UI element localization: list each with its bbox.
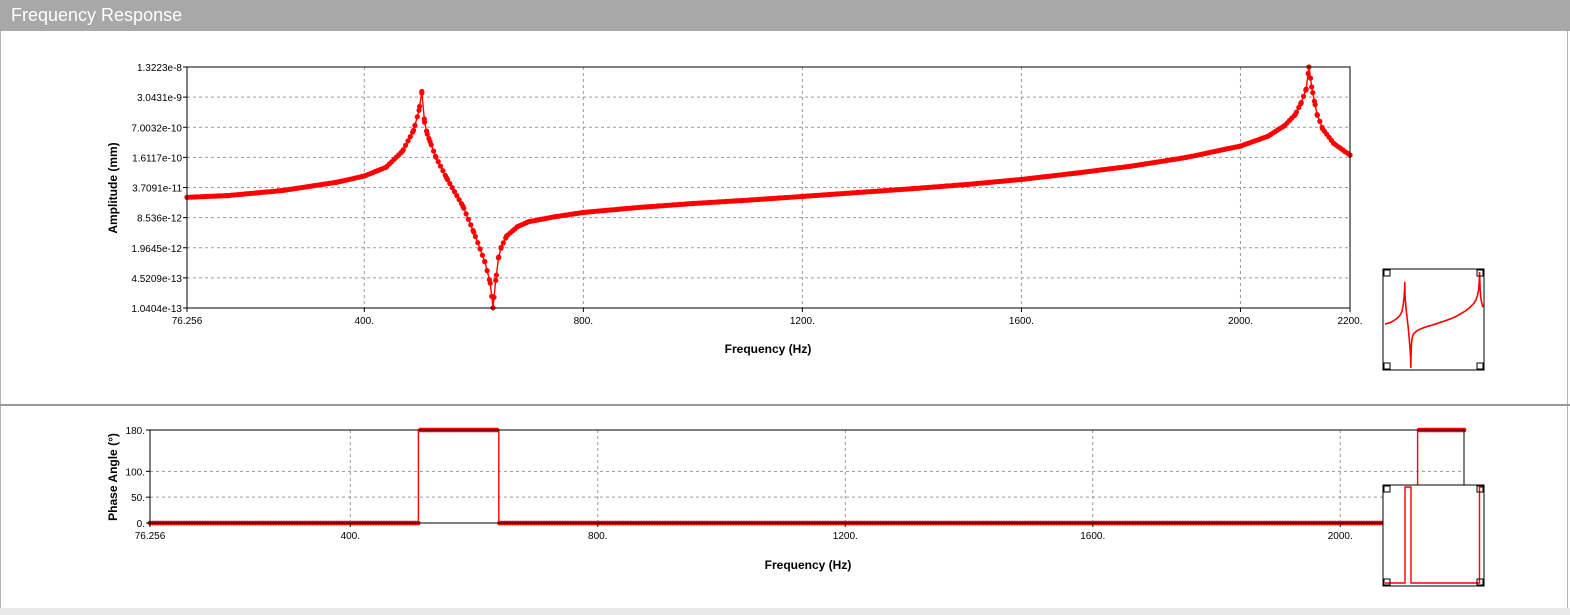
data-point <box>1307 75 1314 81</box>
y-tick-label: 1.3223e-8 <box>137 63 182 74</box>
y-tick-label: 8.536e-12 <box>137 214 182 225</box>
data-point <box>1312 102 1318 108</box>
phase-x-axis-label: Frequency (Hz) <box>765 558 852 572</box>
data-point <box>412 122 418 128</box>
phase-overview-frame[interactable] <box>1382 484 1485 587</box>
data-point <box>1314 112 1320 118</box>
data-point <box>440 168 446 174</box>
data-point <box>475 240 481 246</box>
x-tick-label: 400. <box>355 316 374 327</box>
data-point <box>1309 84 1315 90</box>
y-tick-label: 180. <box>126 426 145 437</box>
data-point <box>487 280 493 286</box>
data-point <box>414 114 420 120</box>
data-point <box>461 205 467 211</box>
data-point <box>477 246 483 252</box>
x-tick-label: 1200. <box>790 316 815 327</box>
phase-overview-thumbnail[interactable] <box>1382 484 1485 587</box>
x-tick-label: 1600. <box>1080 531 1105 542</box>
y-tick-label: 1.9645e-12 <box>131 244 182 255</box>
data-point <box>428 142 434 148</box>
amplitude-overview-frame[interactable] <box>1382 268 1485 371</box>
data-point <box>421 119 428 125</box>
phase-x-ticks: 76.256 400. 800. 1200. 1600. 2000. <box>135 523 1353 542</box>
data-point <box>493 277 499 283</box>
data-point <box>484 268 490 274</box>
data-point <box>433 154 439 160</box>
amplitude-x-ticks: 76.256 400. 800. 1200. 1600. 2000. 2200. <box>172 308 1363 327</box>
data-point <box>431 148 437 154</box>
data-point <box>1305 70 1311 77</box>
y-tick-label: 1.0404e-13 <box>131 304 182 315</box>
x-tick-label: 2000. <box>1228 316 1253 327</box>
x-tick-label: 76.256 <box>172 316 203 327</box>
amplitude-x-axis-label: Frequency (Hz) <box>725 342 812 356</box>
data-point <box>417 103 423 110</box>
x-tick-label: 76.256 <box>135 531 166 542</box>
y-tick-label: 1.6117e-10 <box>132 153 182 164</box>
data-point <box>411 127 417 133</box>
x-tick-label: 1200. <box>833 531 858 542</box>
data-point <box>500 240 506 246</box>
data-point <box>493 272 499 278</box>
x-tick-label: 1600. <box>1009 316 1034 327</box>
data-point <box>400 147 406 153</box>
y-tick-label: 3.7091e-11 <box>132 184 182 195</box>
data-point <box>407 134 413 140</box>
data-point <box>1298 100 1304 106</box>
data-point <box>1293 109 1300 115</box>
data-point <box>491 294 497 300</box>
data-point <box>496 254 502 260</box>
data-point <box>482 259 488 265</box>
data-point <box>1317 118 1323 124</box>
amplitude-y-axis-label: Amplitude (mm) <box>106 142 120 233</box>
x-tick-label: 2000. <box>1328 531 1353 542</box>
phase-y-axis-label: Phase Angle (°) <box>106 433 120 521</box>
phase-chart: 180. 100. 50. 0. 76.256 400. 800. 1200. 1600. 20… <box>106 426 1467 572</box>
data-point <box>465 216 471 222</box>
data-point <box>403 142 409 148</box>
y-tick-label: 0. <box>137 519 145 530</box>
amplitude-overview-thumbnail[interactable] <box>1382 268 1485 371</box>
data-point <box>463 211 469 217</box>
amplitude-chart: 1.3223e-8 3.0431e-9 7.0032e-10 1.6117e-10 3.… <box>106 63 1363 356</box>
data-point <box>479 252 485 258</box>
phase-plot-area <box>150 430 1464 523</box>
y-tick-label: 50. <box>131 493 145 504</box>
data-point <box>1310 90 1316 96</box>
data-point <box>498 244 504 250</box>
x-tick-label: 800. <box>588 531 607 542</box>
data-point <box>472 233 478 240</box>
data-point <box>437 163 444 169</box>
data-point <box>1303 86 1309 92</box>
amplitude-y-ticks: 1.3223e-8 3.0431e-9 7.0032e-10 1.6117e-10 3.… <box>131 63 187 315</box>
y-tick-label: 3.0431e-9 <box>137 93 182 104</box>
phase-y-ticks: 180. 100. 50. 0. <box>126 426 150 530</box>
data-point <box>468 222 474 228</box>
y-tick-label: 100. <box>126 467 145 478</box>
data-point <box>419 90 425 96</box>
chart-canvas: 1.3223e-8 3.0431e-9 7.0032e-10 1.6117e-10 3.… <box>106 63 1485 587</box>
data-point <box>1300 93 1307 99</box>
x-tick-label: 800. <box>574 316 593 327</box>
data-point <box>435 159 441 165</box>
x-tick-label: 400. <box>341 531 360 542</box>
y-tick-label: 7.0032e-10 <box>131 123 182 134</box>
y-tick-label: 4.5209e-13 <box>131 274 182 285</box>
x-tick-label: 2200. <box>1337 316 1362 327</box>
